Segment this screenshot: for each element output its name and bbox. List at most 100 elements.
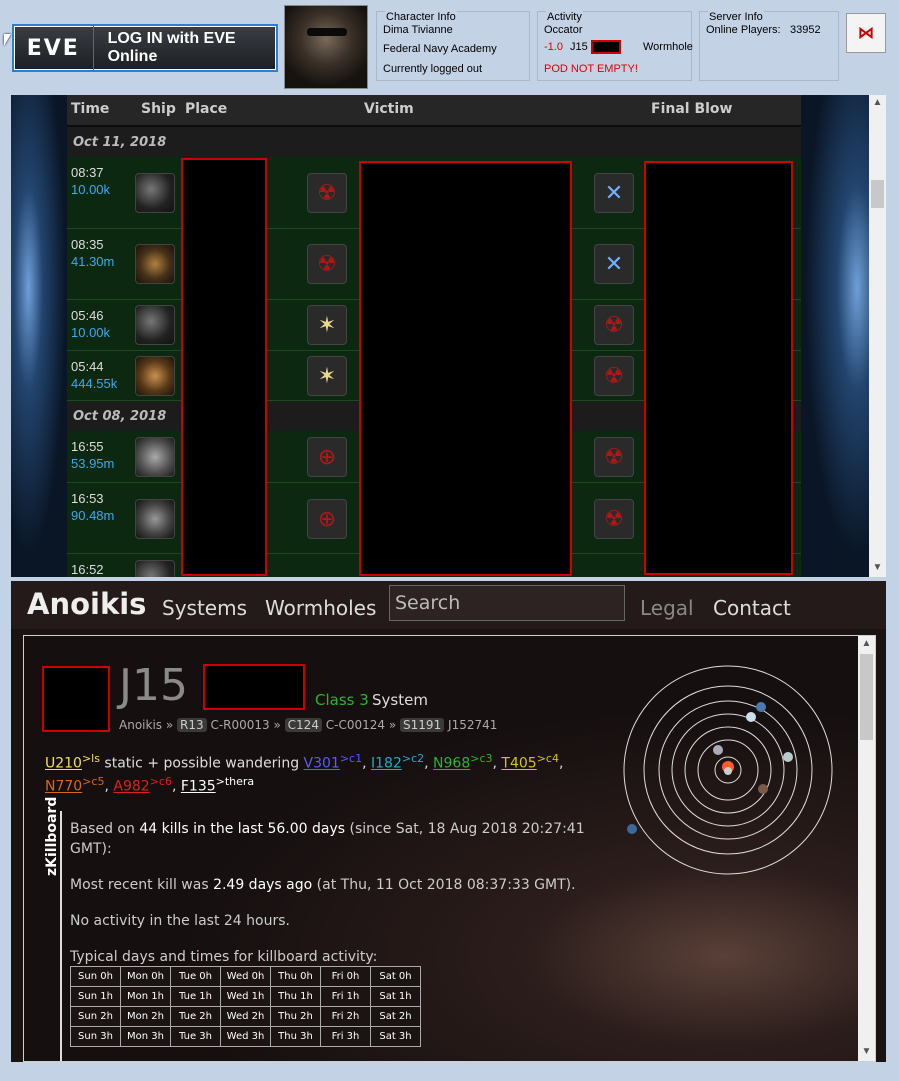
close-button[interactable]: ⋈ (846, 13, 886, 53)
kill-time: 16:53 (71, 491, 104, 506)
star-icon[interactable]: ✶ (307, 356, 347, 396)
zkill-line-3: No activity in the last 24 hours. (70, 913, 290, 929)
grid-cell: Sat 0h (370, 966, 421, 987)
constellation-name[interactable]: C-C00124 (326, 718, 385, 732)
grid-cell: Wed 3h (220, 1026, 271, 1047)
ship-icon[interactable] (135, 305, 175, 345)
kill-time: 08:35 (71, 237, 104, 252)
wanderer-wormhole[interactable]: I182 (371, 756, 402, 772)
kill-value: 10.00k (71, 325, 111, 340)
content-scrollbar[interactable]: ▲ ▼ (858, 636, 875, 1061)
wanderer-wormhole[interactable]: F135 (181, 779, 216, 795)
scroll-up-icon[interactable]: ▲ (869, 97, 886, 108)
crossed-swords-icon[interactable]: ✕ (594, 173, 634, 213)
zkill-line-1-post: (since Sat, 18 Aug 2018 20:27:41 (345, 821, 585, 837)
grid-cell: Mon 0h (120, 966, 171, 987)
grid-row: Sun 1h Mon 1h Tue 1h Wed 1h Thu 1h Fri 1h Sat … (70, 986, 421, 1007)
killboard-header: Time Ship Place Victim Final Blow (67, 95, 801, 125)
kill-value: 444.55k (71, 376, 118, 391)
wanderer-wormhole[interactable]: V301 (304, 756, 340, 772)
grid-cell: Mon 1h (120, 986, 171, 1007)
scroll-down-icon[interactable]: ▼ (858, 1046, 875, 1057)
site-navbar: Anoikis Systems Wormholes Search Legal C… (11, 581, 886, 629)
grid-cell: Thu 1h (270, 986, 321, 1007)
crossed-swords-icon[interactable]: ✕ (594, 244, 634, 284)
planet-icon (746, 712, 756, 722)
pod-warning: POD NOT EMPTY! (544, 63, 638, 75)
crosshair-icon[interactable]: ⊕ (307, 437, 347, 477)
wanderer-dest: >c3 (470, 752, 493, 765)
redacted-final-blow (644, 161, 793, 575)
scroll-thumb[interactable] (871, 180, 884, 208)
nav-wormholes[interactable]: Wormholes (265, 596, 376, 620)
breadcrumb-root[interactable]: Anoikis (119, 718, 162, 732)
eve-login-button[interactable]: EVE LOG IN with EVE Online (12, 24, 278, 72)
col-victim: Victim (364, 101, 414, 117)
constellation-chip[interactable]: C124 (284, 718, 322, 732)
scroll-up-icon[interactable]: ▲ (858, 638, 875, 649)
space-background-left (11, 95, 69, 577)
ship-icon[interactable] (135, 560, 175, 577)
activity-caption: Activity (546, 11, 583, 23)
ship-icon[interactable] (135, 499, 175, 539)
redacted-system-suffix (203, 664, 305, 710)
kill-time: 08:37 (71, 165, 104, 180)
zkill-line-2-pre: Most recent kill was (70, 877, 214, 893)
kill-time: 05:46 (71, 308, 104, 323)
redacted-place (181, 158, 267, 576)
system-code: S1191 (403, 718, 442, 732)
system-breadcrumb: Anoikis » R13 C-R00013 » C124 C-C00124 »… (119, 718, 498, 732)
ship-icon[interactable] (135, 173, 175, 213)
scroll-thumb[interactable] (860, 654, 873, 740)
grid-cell: Wed 0h (220, 966, 271, 987)
character-status: Currently logged out (383, 63, 483, 75)
grid-row: Sun 3h Mon 3h Tue 3h Wed 3h Thu 3h Fri 3h Sat … (70, 1026, 421, 1047)
grid-cell: Sat 2h (370, 1006, 421, 1027)
nav-systems[interactable]: Systems (162, 596, 247, 620)
wanderer-wormhole[interactable]: N770 (45, 779, 82, 795)
zkill-line-2: Most recent kill was 2.49 days ago (at T… (70, 877, 576, 893)
crosshair-icon[interactable]: ⊕ (307, 499, 347, 539)
killboard-scrollbar[interactable]: ▲ ▼ (869, 95, 886, 577)
wanderer-dest: >c5 (82, 775, 105, 788)
character-portrait (284, 5, 368, 89)
ship-icon[interactable] (135, 437, 175, 477)
radiation-icon[interactable]: ☢ (594, 305, 634, 345)
static-wormhole[interactable]: U210 (45, 756, 82, 772)
grid-cell: Fri 1h (320, 986, 371, 1007)
system-chip[interactable]: S1191 (400, 718, 445, 732)
wanderer-dest: >c1 (339, 752, 363, 765)
system-content: J15 Class 3 System Anoikis » R13 C-R0001… (23, 635, 876, 1062)
constellation-code: C124 (287, 718, 319, 732)
ship-icon[interactable] (135, 244, 175, 284)
planet-icon (758, 784, 768, 794)
server-info-caption: Server Info (708, 11, 764, 23)
nav-contact[interactable]: Contact (713, 596, 791, 620)
search-input[interactable]: Search (389, 585, 625, 621)
nav-legal[interactable]: Legal (640, 596, 694, 620)
statics-text: static + possible wandering (99, 755, 304, 772)
planet-icon (783, 752, 793, 762)
region-chip[interactable]: R13 (177, 718, 207, 732)
activity-type: Wormhole (643, 41, 693, 53)
site-brand[interactable]: Anoikis (27, 587, 146, 621)
ship-icon[interactable] (135, 356, 175, 396)
scroll-down-icon[interactable]: ▼ (869, 562, 886, 573)
planet-icon (713, 745, 723, 755)
radiation-icon[interactable]: ☢ (594, 437, 634, 477)
radiation-icon[interactable]: ☢ (307, 244, 347, 284)
wanderer-wormhole[interactable]: T405 (501, 756, 536, 772)
kill-time: 16:52 (71, 562, 104, 577)
region-name[interactable]: C-R00013 (210, 718, 269, 732)
zkill-line-1-cont: GMT): (70, 841, 112, 857)
kill-value: 90.48m (71, 508, 115, 523)
radiation-icon[interactable]: ☢ (594, 499, 634, 539)
planet-icon (724, 767, 732, 775)
radiation-icon[interactable]: ☢ (307, 173, 347, 213)
radiation-icon[interactable]: ☢ (594, 356, 634, 396)
wanderer-wormhole[interactable]: N968 (433, 756, 470, 772)
system-full-name[interactable]: J152741 (448, 718, 497, 732)
wanderer-wormhole[interactable]: A982 (113, 779, 149, 795)
region-code: R13 (180, 718, 204, 732)
star-icon[interactable]: ✶ (307, 305, 347, 345)
